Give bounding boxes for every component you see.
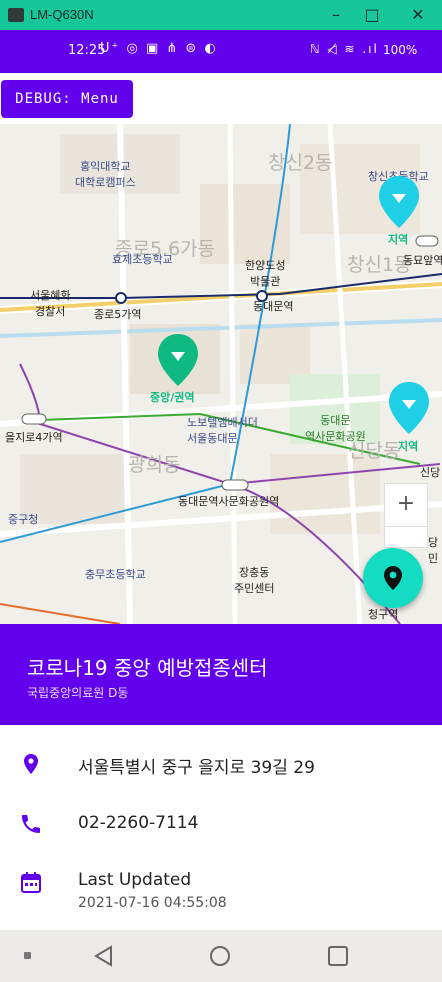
battery-level: 100% [383,43,418,57]
map-marker-regional[interactable] [377,174,421,230]
location-fab-button[interactable] [363,548,423,608]
home-icon[interactable] [208,944,232,968]
map-label: 을지로4가역 [5,431,63,444]
window-title: LM-Q630N [30,7,94,22]
map-marker-regional[interactable] [387,380,431,436]
map-label: 신당동 [348,440,401,462]
updated-value: 2021-07-16 04:55:08 [78,895,227,911]
map-label: 중구청 [8,513,39,526]
map-label: 동대문역 [253,300,294,313]
zoom-in-button[interactable]: + [384,483,428,527]
map-label: 동묘앞역 [403,254,442,267]
map-label: 홍익대학교 대학로캠퍼스 [75,160,136,189]
center-header: 코로나19 중앙 예방접종센터 국립중앙의료원 D동 [0,624,442,725]
map-base [0,124,442,624]
location-pin-icon [384,566,402,590]
map-label: 동대문역사문화공원역 [178,495,280,508]
map-label: 당 민 [428,536,439,565]
map-label: 장충동 주민센터 [234,566,275,595]
map-label: 한양도성 박물관 [245,259,286,288]
map-label: 충무초등학교 [85,568,146,581]
map-marker-label: 중앙/권역 [150,391,195,404]
center-name: 코로나19 중앙 예방접종센터 [27,656,268,680]
status-notification-icons: U⁺ ◎ ▣ ⋔ ⊜ ◐ [100,41,218,56]
maximize-button[interactable]: □ [356,4,388,26]
phone-icon [22,815,40,833]
map-view[interactable]: 홍익대학교 대학로캠퍼스 창신2동 창신초등학교 종로5.6가동 효제초등학교 … [0,124,442,624]
app-logo-icon [8,8,24,22]
map-label: 종로5가역 [94,308,142,321]
status-bar: 12:25 U⁺ ◎ ▣ ⋔ ⊜ ◐ ℕ ◁̸ ≋ .ıl 100% [0,30,442,73]
map-label: 청구역 [368,608,399,621]
map-marker-label: 지역 [398,440,419,453]
location-pin-icon [24,754,38,774]
map-label: 신당 [420,466,441,479]
calendar-icon [21,872,41,893]
map-marker-label: 지역 [388,233,409,246]
updated-label: Last Updated [78,870,192,890]
menu-dot-icon[interactable] [24,952,31,959]
status-system-icons: ℕ ◁̸ ≋ .ıl [310,42,379,56]
map-label: 광희동 [128,454,181,476]
back-icon[interactable] [92,944,114,968]
center-facility: 국립중앙의료원 D동 [27,686,129,700]
recents-icon[interactable] [326,944,350,968]
map-label: 서울혜화 경찰서 [30,289,71,318]
center-address[interactable]: 서울특별시 중구 을지로 39길 29 [78,753,315,778]
minimize-button[interactable]: – [320,4,352,26]
zoom-out-button[interactable] [384,526,428,548]
center-phone[interactable]: 02-2260-7114 [78,813,198,833]
map-label: 창신2동 [268,152,333,174]
window-titlebar: LM-Q630N – □ ✕ [0,0,442,30]
map-marker-central[interactable] [156,332,200,388]
map-label: 노보텔앰배서더 서울동대문 [187,416,258,445]
navigation-bar [0,930,442,982]
map-label: 효제초등학교 [112,253,173,266]
close-button[interactable]: ✕ [402,4,434,26]
debug-menu-button[interactable]: DEBUG: Menu [1,80,133,118]
map-label: 창신1동 [347,254,412,276]
